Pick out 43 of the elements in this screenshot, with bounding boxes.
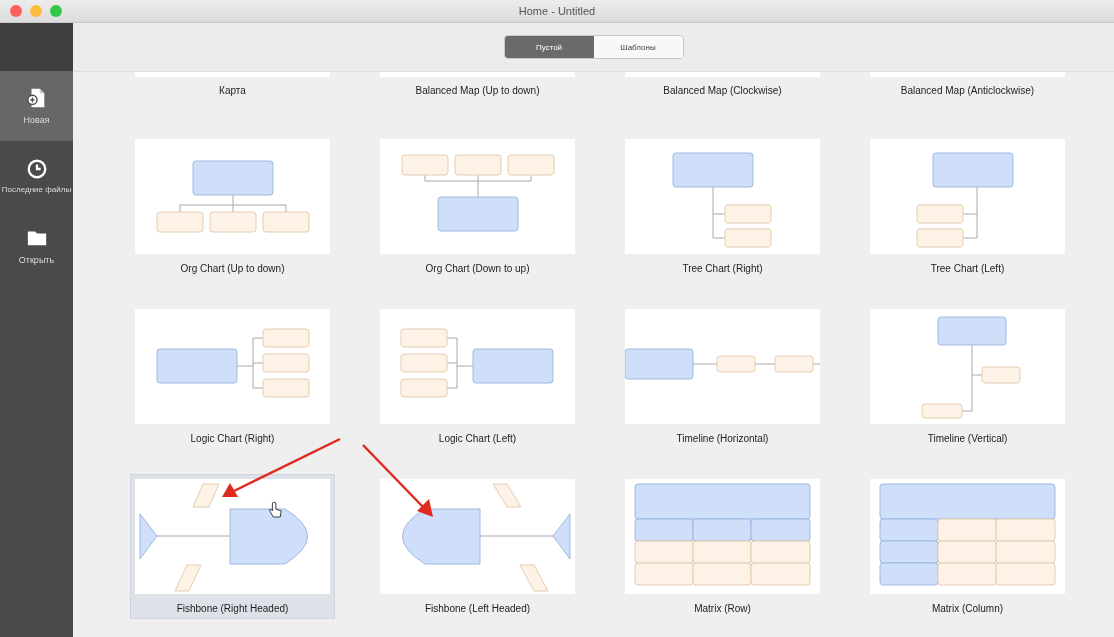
template-card[interactable]: Logic Chart (Left): [375, 304, 580, 449]
template-card[interactable]: Balanced Map (Anticlockwise): [865, 72, 1070, 101]
template-label: Balanced Map (Clockwise): [663, 85, 782, 96]
template-label: Logic Chart (Right): [190, 433, 275, 444]
close-button[interactable]: [10, 5, 22, 17]
template-label: Timeline (Horizontal): [676, 433, 769, 444]
template-label: Timeline (Vertical): [927, 433, 1008, 444]
template-card[interactable]: Tree Chart (Left): [865, 134, 1070, 279]
template-label: Карта: [219, 85, 246, 96]
template-label: Matrix (Column): [931, 603, 1004, 614]
template-card[interactable]: Tree Chart (Right): [620, 134, 825, 279]
template-card[interactable]: Карта: [130, 72, 335, 101]
template-card[interactable]: Org Chart (Down to up): [375, 134, 580, 279]
template-card[interactable]: Logic Chart (Right): [130, 304, 335, 449]
template-card[interactable]: Timeline (Horizontal): [620, 304, 825, 449]
zoom-button[interactable]: [50, 5, 62, 17]
template-label: Logic Chart (Left): [438, 433, 517, 444]
sidebar-item[interactable]: Открыть: [0, 211, 73, 281]
template-card[interactable]: Matrix (Column): [865, 474, 1070, 619]
window-title: Home - Untitled: [518, 5, 596, 17]
template-label: Balanced Map (Up to down): [415, 85, 540, 96]
template-card[interactable]: Fishbone (Right Headed): [130, 474, 335, 619]
template-card[interactable]: Balanced Map (Clockwise): [620, 72, 825, 101]
template-card[interactable]: Matrix (Row): [620, 474, 825, 619]
template-label: Fishbone (Left Headed): [424, 603, 531, 614]
segment-tab[interactable]: Пустой: [504, 36, 594, 58]
clock-icon: [25, 157, 48, 180]
template-label: Org Chart (Down to up): [425, 263, 530, 274]
template-label: Fishbone (Right Headed): [176, 603, 289, 614]
sidebar-item[interactable]: Новая: [0, 71, 73, 141]
segment-tab[interactable]: Шаблоны: [593, 36, 683, 58]
template-label: Matrix (Row): [694, 603, 751, 614]
template-card[interactable]: Fishbone (Left Headed): [375, 474, 580, 619]
template-label: Org Chart (Up to down): [180, 263, 285, 274]
hand-cursor-icon: [268, 501, 282, 519]
minimize-button[interactable]: [30, 5, 42, 17]
template-card[interactable]: Timeline (Vertical): [865, 304, 1070, 449]
template-card[interactable]: Org Chart (Up to down): [130, 134, 335, 279]
template-label: Balanced Map (Anticlockwise): [900, 85, 1035, 96]
sidebar-item[interactable]: Последние файлы: [0, 141, 73, 211]
template-label: Tree Chart (Left): [930, 263, 1005, 274]
template-label: Tree Chart (Right): [682, 263, 763, 274]
template-card[interactable]: Balanced Map (Up to down): [375, 72, 580, 101]
